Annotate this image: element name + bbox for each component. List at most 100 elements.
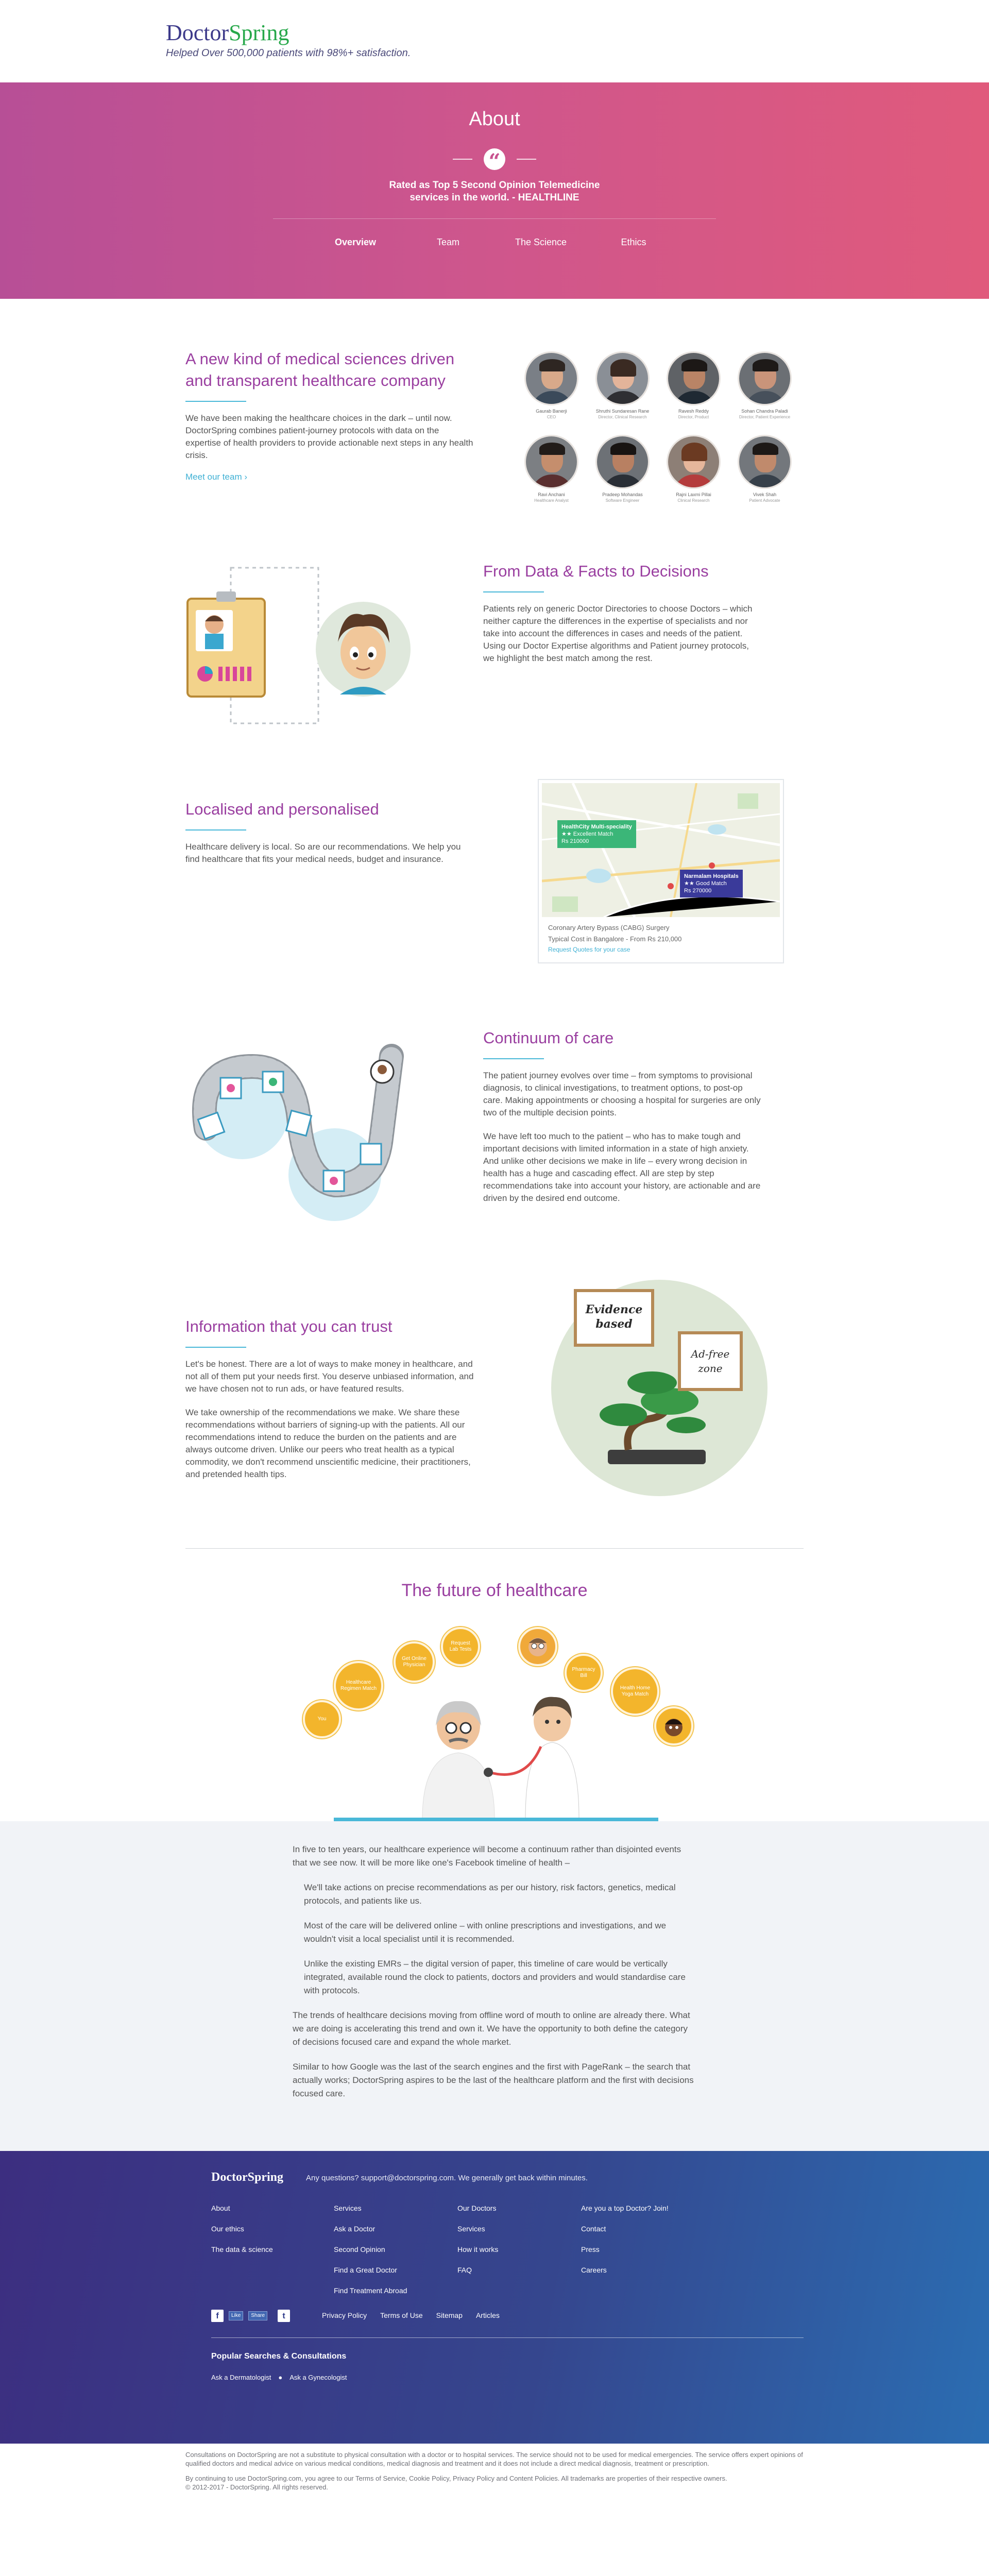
- team-member[interactable]: Pradeep Mohandas Software Engineer: [595, 435, 650, 503]
- pin-title: HealthCity Multi-speciality: [561, 824, 632, 830]
- footer-link[interactable]: Careers: [581, 2264, 669, 2276]
- subnav-overview[interactable]: Overview: [309, 237, 402, 248]
- bubble-you: You: [303, 1700, 341, 1738]
- footer-link[interactable]: Second Opinion: [334, 2244, 407, 2256]
- footer-link[interactable]: Services: [334, 2202, 407, 2214]
- team-member-role: Director, Clinical Research: [598, 415, 647, 419]
- site-header: DoctorSpring Helped Over 500,000 patient…: [0, 0, 989, 82]
- doctorspring-logo[interactable]: DoctorSpring: [166, 20, 289, 46]
- request-quotes-link[interactable]: Request Quotes for your case: [548, 946, 630, 953]
- team-member[interactable]: Shruthi Sundaresan Rane Director, Clinic…: [595, 351, 650, 419]
- intro-title-line2: and transparent healthcare company: [185, 371, 446, 389]
- patient-face-icon: [665, 1719, 683, 1736]
- future-text-panel: In five to ten years, our healthcare exp…: [0, 1821, 989, 2151]
- articles-link[interactable]: Articles: [476, 2311, 500, 2319]
- footer-link[interactable]: Contact: [581, 2223, 669, 2235]
- copyright: © 2012-2017 - DoctorSpring. All rights r…: [185, 2483, 328, 2491]
- team-member[interactable]: Rajni Laxmi Pillai Clinical Research: [667, 435, 721, 503]
- team-member[interactable]: Ravesh Reddy Director, Product: [667, 351, 721, 419]
- facebook-like-button[interactable]: Like: [229, 2311, 244, 2320]
- bubble-doctor-avatar: [518, 1627, 557, 1666]
- footer-link[interactable]: Services: [457, 2223, 498, 2235]
- team-member[interactable]: Ravi Anchani Healthcare Analyst: [524, 435, 578, 503]
- footer-brand[interactable]: DoctorSpring: [211, 2171, 283, 2184]
- hero-banner: About “ Rated as Top 5 Second Opinion Te…: [0, 82, 989, 299]
- team-member[interactable]: Gaurab Banerji CEO: [524, 351, 578, 419]
- team-member[interactable]: Vivek Shah Patient Advocate: [738, 435, 792, 503]
- team-photo: [667, 435, 721, 489]
- legal-links: Privacy Policy Terms of Use Sitemap Arti…: [322, 2311, 500, 2319]
- footer-link[interactable]: FAQ: [457, 2264, 498, 2276]
- bonsai-illustration: Evidence based Ad-free zone: [551, 1280, 768, 1496]
- subnav-the-science[interactable]: The Science: [494, 237, 587, 248]
- footer-col-join: Are you a top Doctor? Join! Contact Pres…: [581, 2202, 669, 2276]
- footer-link[interactable]: Find Treatment Abroad: [334, 2285, 407, 2297]
- localised-title: Localised and personalised: [185, 800, 379, 818]
- map-pin-healthcity[interactable]: HealthCity Multi-speciality ★★ Excellent…: [557, 820, 636, 848]
- facebook-icon[interactable]: f: [211, 2310, 224, 2322]
- team-photo: [667, 351, 721, 405]
- section-divider: [185, 1548, 804, 1549]
- popular-link-dermatologist[interactable]: Ask a Dermatologist: [211, 2374, 271, 2381]
- procedure-name: Coronary Artery Bypass (CABG) Surgery: [548, 924, 670, 931]
- future-bullet1: We'll take actions on precise recommenda…: [304, 1883, 676, 1906]
- footer-link[interactable]: How it works: [457, 2244, 498, 2256]
- hero-quote-line2: services in the world. - HEALTHLINE: [410, 192, 579, 203]
- team-member-name: Ravi Anchani: [538, 492, 565, 497]
- bubble-pharmacy: Pharmacy Bill: [565, 1654, 603, 1692]
- team-member-role: Clinical Research: [677, 498, 710, 503]
- bubble-regimen: Healthcare Regimen Match: [334, 1661, 383, 1710]
- disclaimer-terms: By continuing to use DoctorSpring.com, y…: [185, 2474, 804, 2492]
- facebook-share-button[interactable]: Share: [248, 2311, 268, 2320]
- sign-text: zone: [698, 1362, 723, 1375]
- trust-title: Information that you can trust: [185, 1317, 393, 1335]
- team-member-role: Software Engineer: [605, 498, 640, 503]
- continuum-rule: [483, 1058, 544, 1059]
- continuum-para2: We have left too much to the patient – w…: [483, 1131, 761, 1203]
- footer-link[interactable]: Our ethics: [211, 2223, 273, 2235]
- subnav-team[interactable]: Team: [402, 237, 494, 248]
- continuum-para1: The patient journey evolves over time – …: [483, 1071, 761, 1117]
- team-member-name: Shruthi Sundaresan Rane: [595, 409, 650, 414]
- bubble-physician: Get Online Physician: [394, 1641, 435, 1683]
- footer-link[interactable]: About: [211, 2202, 273, 2214]
- team-member-name: Pradeep Mohandas: [602, 492, 643, 497]
- footer-link[interactable]: Are you a top Doctor? Join!: [581, 2202, 669, 2214]
- pin-title: Narmalam Hospitals: [684, 873, 739, 879]
- team-photo: [738, 435, 792, 489]
- footer-link[interactable]: Ask a Doctor: [334, 2223, 407, 2235]
- popular-link-gynecologist[interactable]: Ask a Gynecologist: [289, 2374, 347, 2381]
- trust-para1: Let's be honest. There are a lot of ways…: [185, 1359, 474, 1394]
- footer-link[interactable]: Our Doctors: [457, 2202, 498, 2214]
- footer-link[interactable]: Press: [581, 2244, 669, 2256]
- procedure-cost: Typical Cost in Bangalore - From Rs 210,…: [548, 935, 682, 943]
- footer-link[interactable]: The data & science: [211, 2244, 273, 2256]
- future-para3: Similar to how Google was the last of th…: [293, 2062, 694, 2098]
- pin-price: Rs 210000: [561, 838, 589, 844]
- meet-our-team-label: Meet our team: [185, 472, 242, 482]
- future-para2: The trends of healthcare decisions movin…: [293, 2010, 690, 2047]
- twitter-icon[interactable]: t: [278, 2310, 291, 2322]
- localised-text: Localised and personalised Healthcare de…: [185, 799, 474, 866]
- footer-link[interactable]: Find a Great Doctor: [334, 2264, 407, 2276]
- localised-rule: [185, 829, 246, 831]
- sitemap-link[interactable]: Sitemap: [436, 2311, 463, 2319]
- about-subnav: Overview Team The Science Ethics: [0, 237, 989, 248]
- team-grid: Gaurab Banerji CEO Shruthi Sundaresan Ra…: [524, 351, 792, 503]
- intro-rule: [185, 401, 246, 402]
- hero-quote-line1: Rated as Top 5 Second Opinion Telemedici…: [389, 180, 600, 191]
- future-title: The future of healthcare: [401, 1581, 588, 1600]
- terms-of-use-link[interactable]: Terms of Use: [380, 2311, 422, 2319]
- disclaimer-medical: Consultations on DoctorSpring are not a …: [185, 2451, 803, 2467]
- sign-text: based: [595, 1317, 633, 1331]
- pin-match: ★★ Excellent Match: [561, 831, 613, 837]
- city-map[interactable]: HealthCity Multi-speciality ★★ Excellent…: [542, 783, 780, 917]
- privacy-policy-link[interactable]: Privacy Policy: [322, 2311, 367, 2319]
- team-member[interactable]: Sohan Chandra Paladi Director, Patient E…: [738, 351, 792, 419]
- quote-line-right: [517, 159, 536, 160]
- bubble-yoga: Health Home Yoga Match: [611, 1667, 659, 1716]
- map-pin-narmalam[interactable]: Narmalam Hospitals ★★ Good Match Rs 2700…: [680, 870, 743, 897]
- subnav-ethics[interactable]: Ethics: [587, 237, 680, 248]
- meet-our-team-link[interactable]: Meet our team ›: [185, 472, 247, 482]
- footer-col-services: Services Ask a Doctor Second Opinion Fin…: [334, 2202, 407, 2297]
